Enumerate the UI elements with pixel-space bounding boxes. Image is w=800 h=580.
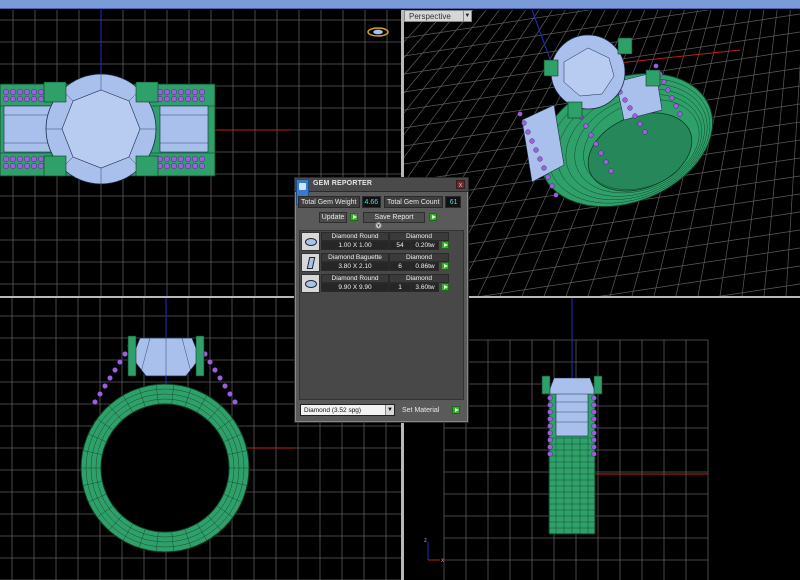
gem-size: 9.90 X 9.90 xyxy=(321,283,389,292)
total-count-value: 61 xyxy=(444,196,461,208)
total-weight-value: 4.66 xyxy=(361,196,382,208)
gem-weight: 0.86tw xyxy=(411,262,439,271)
ring-perspective xyxy=(517,34,714,208)
gem-size: 3.80 X 2.10 xyxy=(321,262,389,271)
view-cube-icon[interactable] xyxy=(367,27,389,37)
gem-weight: 3.60tw xyxy=(411,283,439,292)
update-button[interactable]: Update xyxy=(319,212,347,223)
close-icon[interactable]: x xyxy=(456,180,465,189)
gem-material: Diamond xyxy=(389,232,449,241)
baguette-right xyxy=(159,105,209,153)
total-weight-label: Total Gem Weight xyxy=(298,196,360,208)
total-gem-count: Total Gem Count 61 xyxy=(384,196,461,208)
gem-select-go-icon[interactable] xyxy=(441,262,449,270)
axis-triad-icon: z x xyxy=(424,538,444,564)
gem-row[interactable]: Diamond Round Diamond 1.00 X 1.00 54 0.2… xyxy=(301,232,449,251)
gem-material: Diamond xyxy=(389,274,449,283)
gem-count: 1 xyxy=(389,283,411,292)
gem-count: 6 xyxy=(389,262,411,271)
viewport-mode-label: Perspective xyxy=(404,10,464,22)
gem-shape: Diamond Round xyxy=(321,232,389,241)
expand-icon[interactable]: ▾ xyxy=(375,222,382,229)
save-report-button[interactable]: Save Report xyxy=(363,212,425,223)
total-gem-weight: Total Gem Weight 4.66 xyxy=(298,196,382,208)
chevron-down-icon[interactable]: ▼ xyxy=(385,405,394,415)
panel-title-bar[interactable]: GEM REPORTER x xyxy=(295,178,468,192)
material-select[interactable]: Diamond (3.52 spg) ▼ xyxy=(300,404,395,416)
gem-material: Diamond xyxy=(389,253,449,262)
save-report-go-icon[interactable] xyxy=(429,213,437,221)
round-gem-icon xyxy=(301,232,320,251)
gem-shape: Diamond Baguette xyxy=(321,253,389,262)
viewport-mode-selector[interactable]: Perspective ▼ xyxy=(404,10,472,22)
gem-row[interactable]: Diamond Baguette Diamond 3.80 X 2.10 6 0… xyxy=(301,253,449,272)
set-material-go-icon[interactable] xyxy=(452,406,460,414)
panel-title: GEM REPORTER xyxy=(313,180,373,187)
svg-text:x: x xyxy=(441,558,444,564)
ring-side xyxy=(541,375,603,535)
gem-select-go-icon[interactable] xyxy=(441,241,449,249)
material-select-value: Diamond (3.52 spg) xyxy=(304,407,362,414)
gem-count: 54 xyxy=(389,241,411,250)
title-bar xyxy=(0,0,800,9)
baguette-left xyxy=(3,105,53,153)
update-go-icon[interactable] xyxy=(350,213,358,221)
gem-shape: Diamond Round xyxy=(321,274,389,283)
gem-size: 1.00 X 1.00 xyxy=(321,241,389,250)
gem-select-go-icon[interactable] xyxy=(441,283,449,291)
set-material-button[interactable]: Set Material xyxy=(402,405,439,416)
dropdown-arrow-icon[interactable]: ▼ xyxy=(463,10,472,22)
application-window: Perspective ▼ z x GEM REPORTER x Total G… xyxy=(0,0,800,580)
gem-weight: 0.20tw xyxy=(411,241,439,250)
total-count-label: Total Gem Count xyxy=(384,196,443,208)
gem-row[interactable]: Diamond Round Diamond 9.90 X 9.90 1 3.60… xyxy=(301,274,449,293)
ring-front xyxy=(80,335,250,553)
gem-reporter-panel: GEM REPORTER x Total Gem Weight 4.66 Tot… xyxy=(294,177,469,423)
svg-text:z: z xyxy=(424,538,427,544)
gem-list: Diamond Round Diamond 1.00 X 1.00 54 0.2… xyxy=(299,230,464,400)
baguette-gem-icon xyxy=(301,253,320,272)
material-bar: Diamond (3.52 spg) ▼ Set Material xyxy=(299,404,464,417)
round-gem-icon xyxy=(301,274,320,293)
